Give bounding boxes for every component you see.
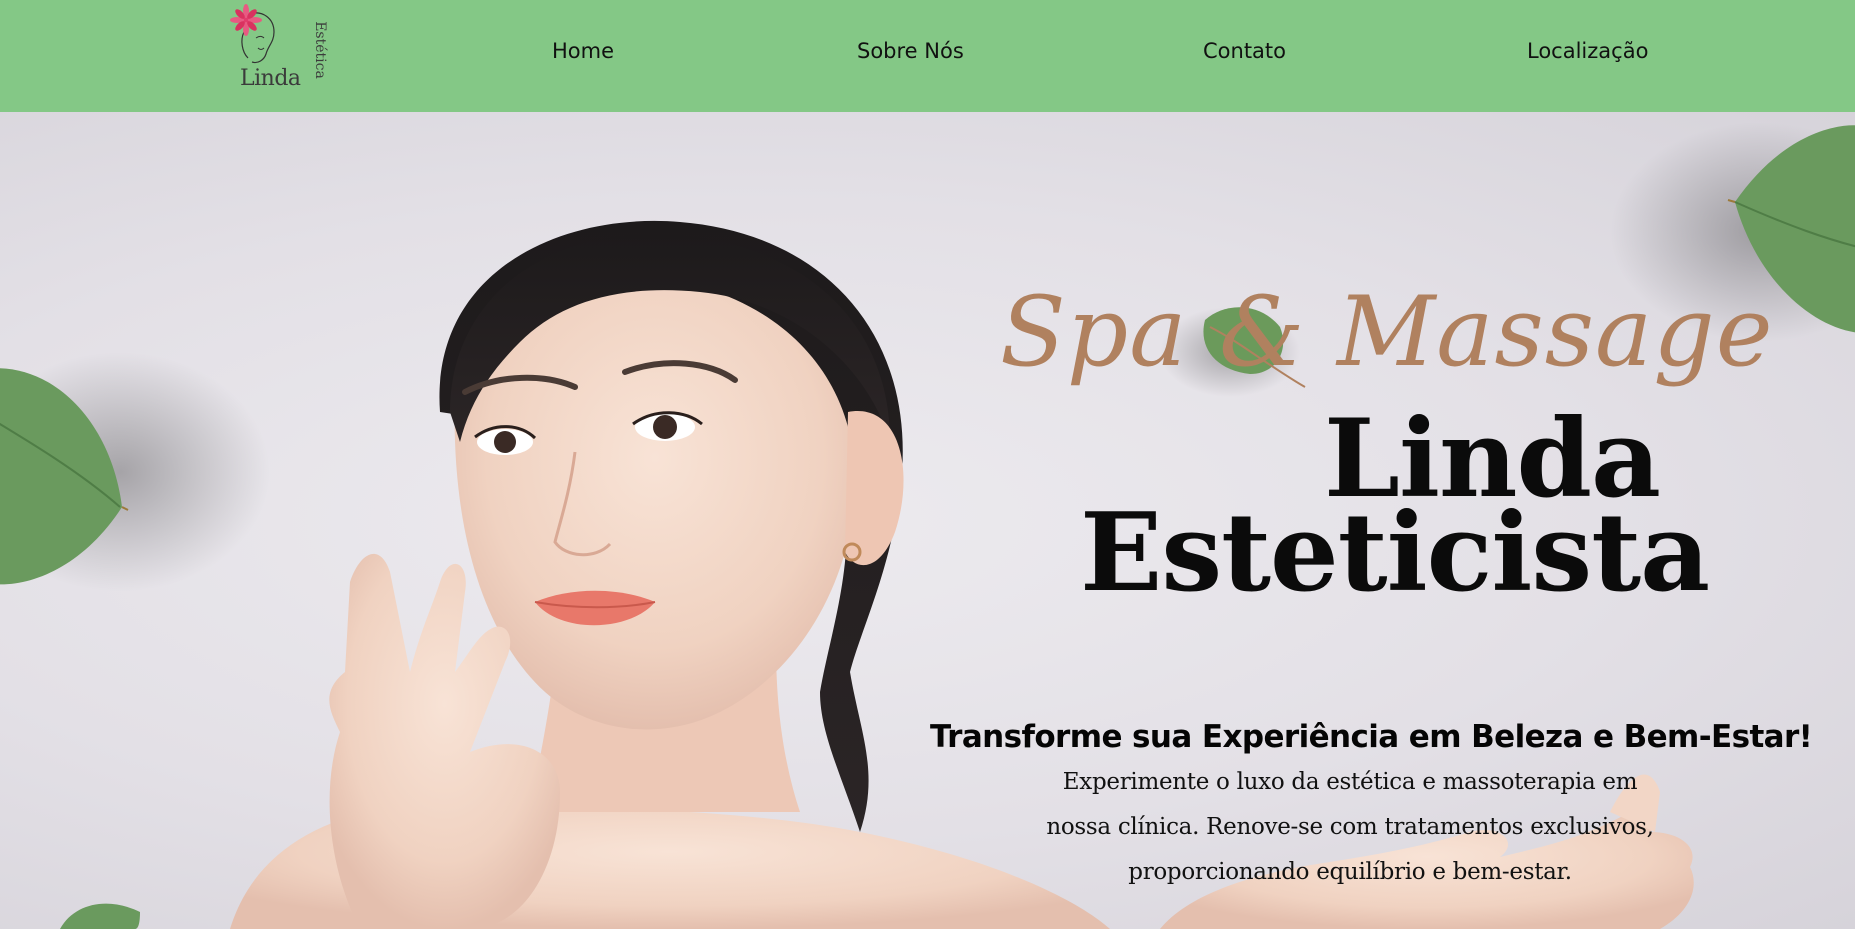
nav-location-link[interactable]: Localização — [1527, 36, 1648, 66]
nav-home-link[interactable]: Home — [552, 36, 614, 66]
script-title: Spa & Massage — [1000, 276, 1774, 388]
brand-logo[interactable]: Linda Estética — [218, 2, 328, 96]
nav-about-link[interactable]: Sobre Nós — [857, 36, 964, 66]
hero-description-line: proporcionando equilíbrio e bem-estar. — [1128, 859, 1572, 885]
hero-banner: Spa & Massage Linda Esteticista Transfor… — [0, 112, 1855, 929]
hero-headline: Transforme sua Experiência em Beleza e B… — [930, 719, 1813, 755]
brand-title: Linda Esteticista — [1080, 405, 1710, 616]
logo-subtitle: Estética — [312, 21, 328, 79]
top-navigation: Linda Estética Home Sobre Nós Contato Lo… — [0, 0, 1855, 112]
hero-description: Experimente o luxo da estética e massote… — [1000, 760, 1700, 895]
hero-description-line: nossa clínica. Renove-se com tratamentos… — [1046, 814, 1654, 840]
brand-title-line2: Esteticista — [1080, 490, 1710, 616]
logo-name: Linda — [240, 66, 301, 91]
hero-description-line: Experimente o luxo da estética e massote… — [1062, 769, 1638, 795]
nav-contact-link[interactable]: Contato — [1203, 36, 1286, 66]
leaf-icon — [60, 903, 140, 929]
